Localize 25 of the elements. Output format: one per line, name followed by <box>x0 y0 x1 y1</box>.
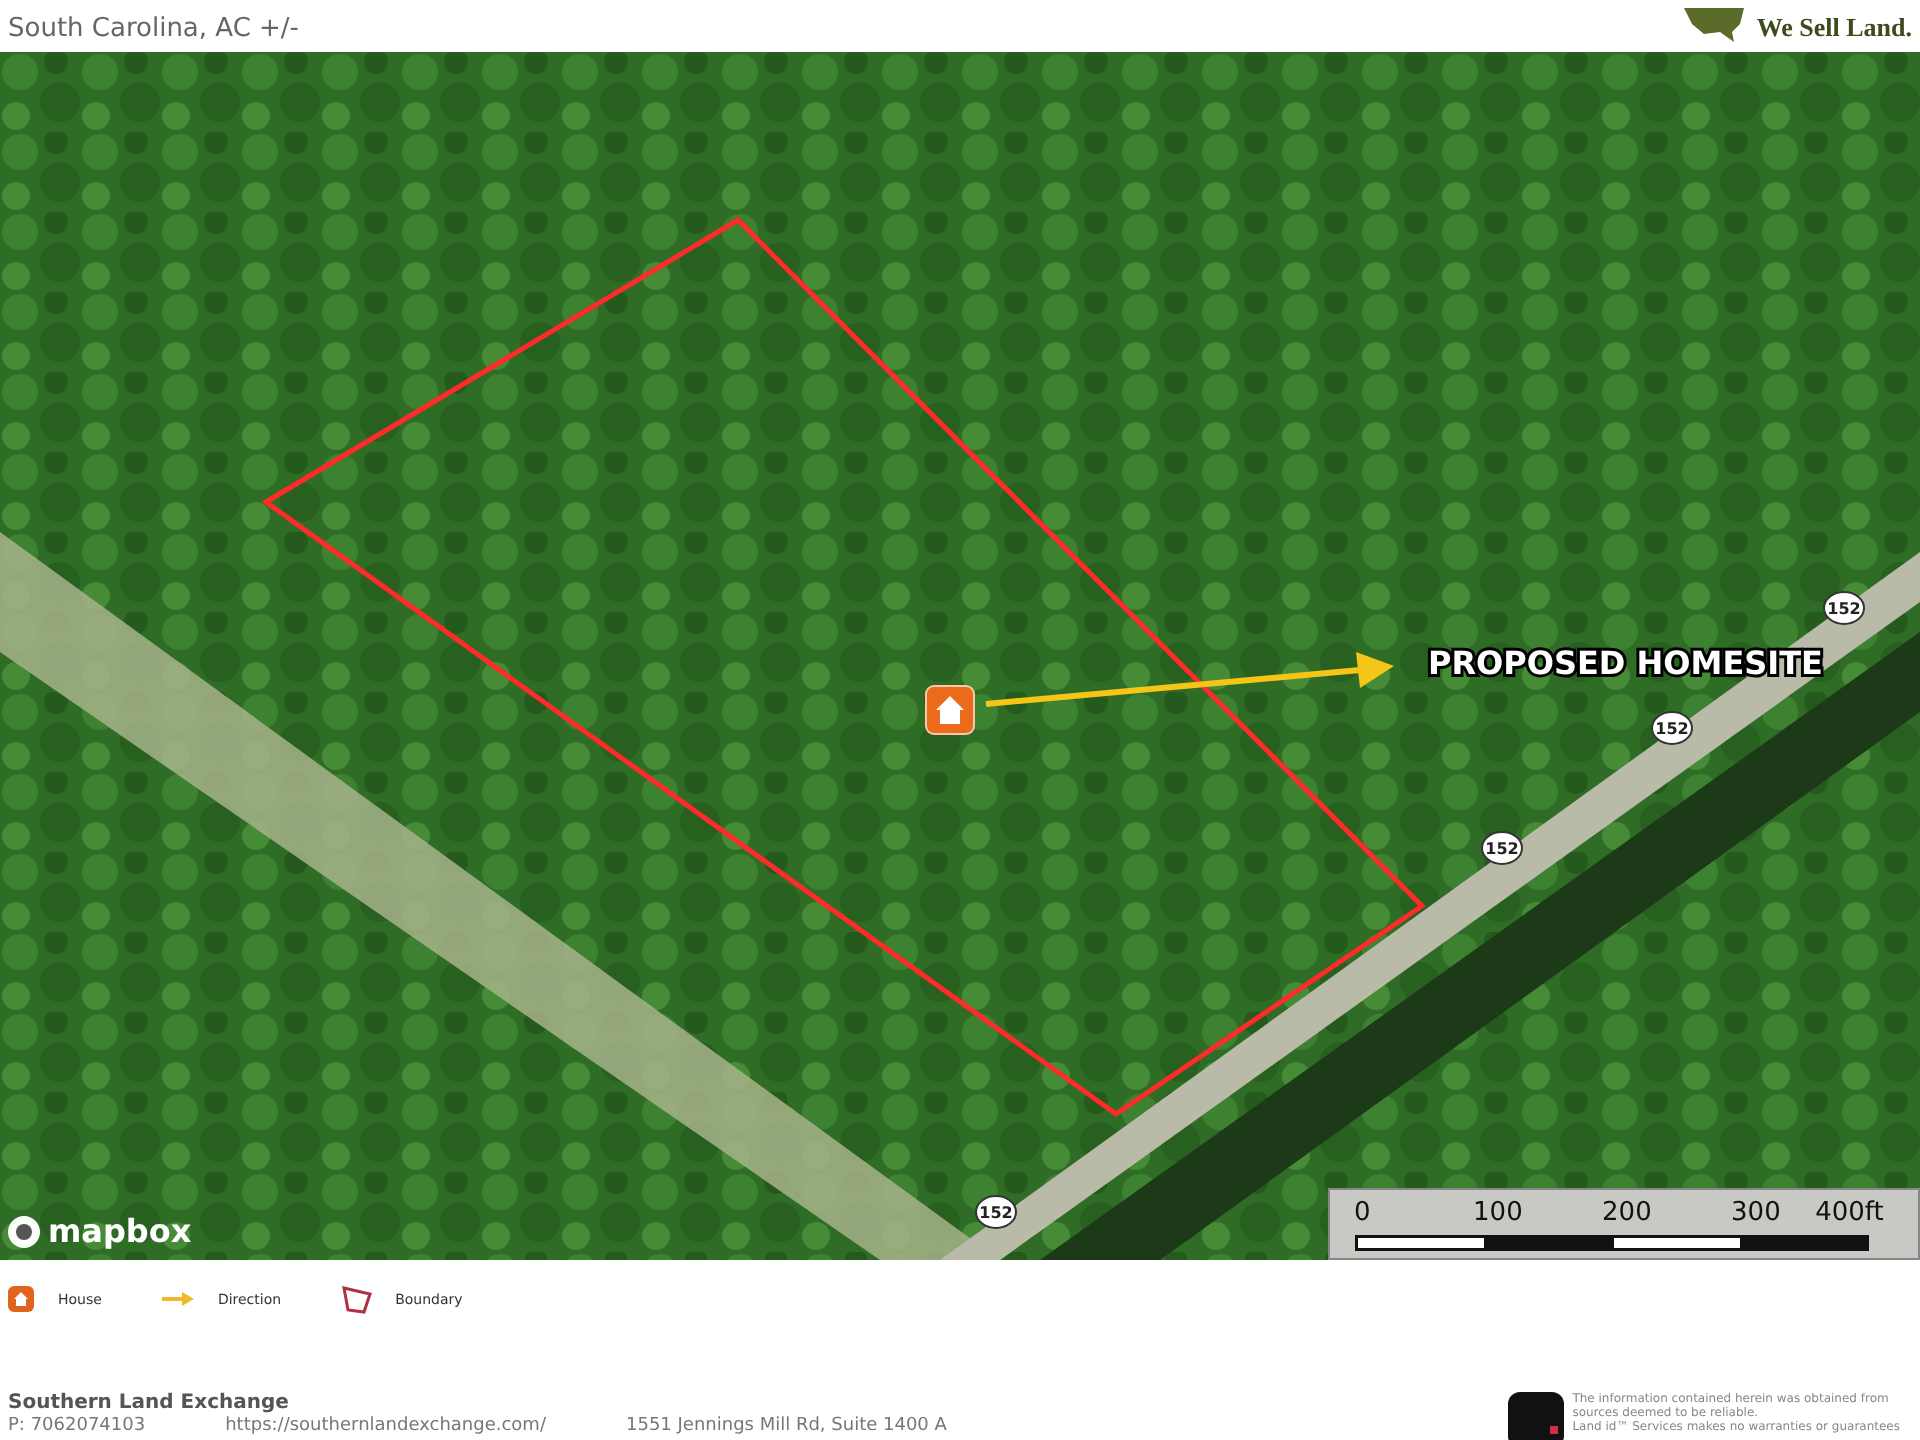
scale-label: 400ft <box>1815 1198 1884 1228</box>
map-attribution: mapbox <box>48 1212 192 1250</box>
boundary-icon <box>341 1284 372 1314</box>
contact-text: 1551 Jennings Mill Rd, Suite 1400 A <box>626 1416 947 1436</box>
arrow-icon <box>161 1292 194 1306</box>
contact-text: P: 7062074103 <box>8 1416 146 1436</box>
house-icon <box>8 1286 34 1312</box>
location-subtitle: South Carolina, AC +/- <box>8 14 300 44</box>
route-number: 152 <box>1827 600 1861 618</box>
scale-label: 200 <box>1602 1198 1652 1228</box>
scale-label: 300 <box>1731 1198 1781 1228</box>
route-shield-icon <box>1651 711 1693 745</box>
company-name: Southern Land Exchange <box>8 1392 291 1414</box>
contact-text: https://southernlandexchange.com/ <box>225 1416 546 1436</box>
route-shield-icon <box>1481 831 1523 865</box>
route-number: 152 <box>979 1204 1013 1222</box>
route-number: 152 <box>1485 840 1519 858</box>
logo-tagline: We Sell Land. <box>1756 12 1912 44</box>
route-shield-icon <box>1823 591 1865 625</box>
house-marker-icon <box>925 685 975 735</box>
scale-label: 0 <box>1354 1198 1371 1228</box>
route-shield-icon <box>975 1195 1017 1229</box>
state-map-icon <box>1680 8 1749 44</box>
route-number: 152 <box>1655 720 1689 738</box>
scale-label: 100 <box>1473 1198 1523 1228</box>
